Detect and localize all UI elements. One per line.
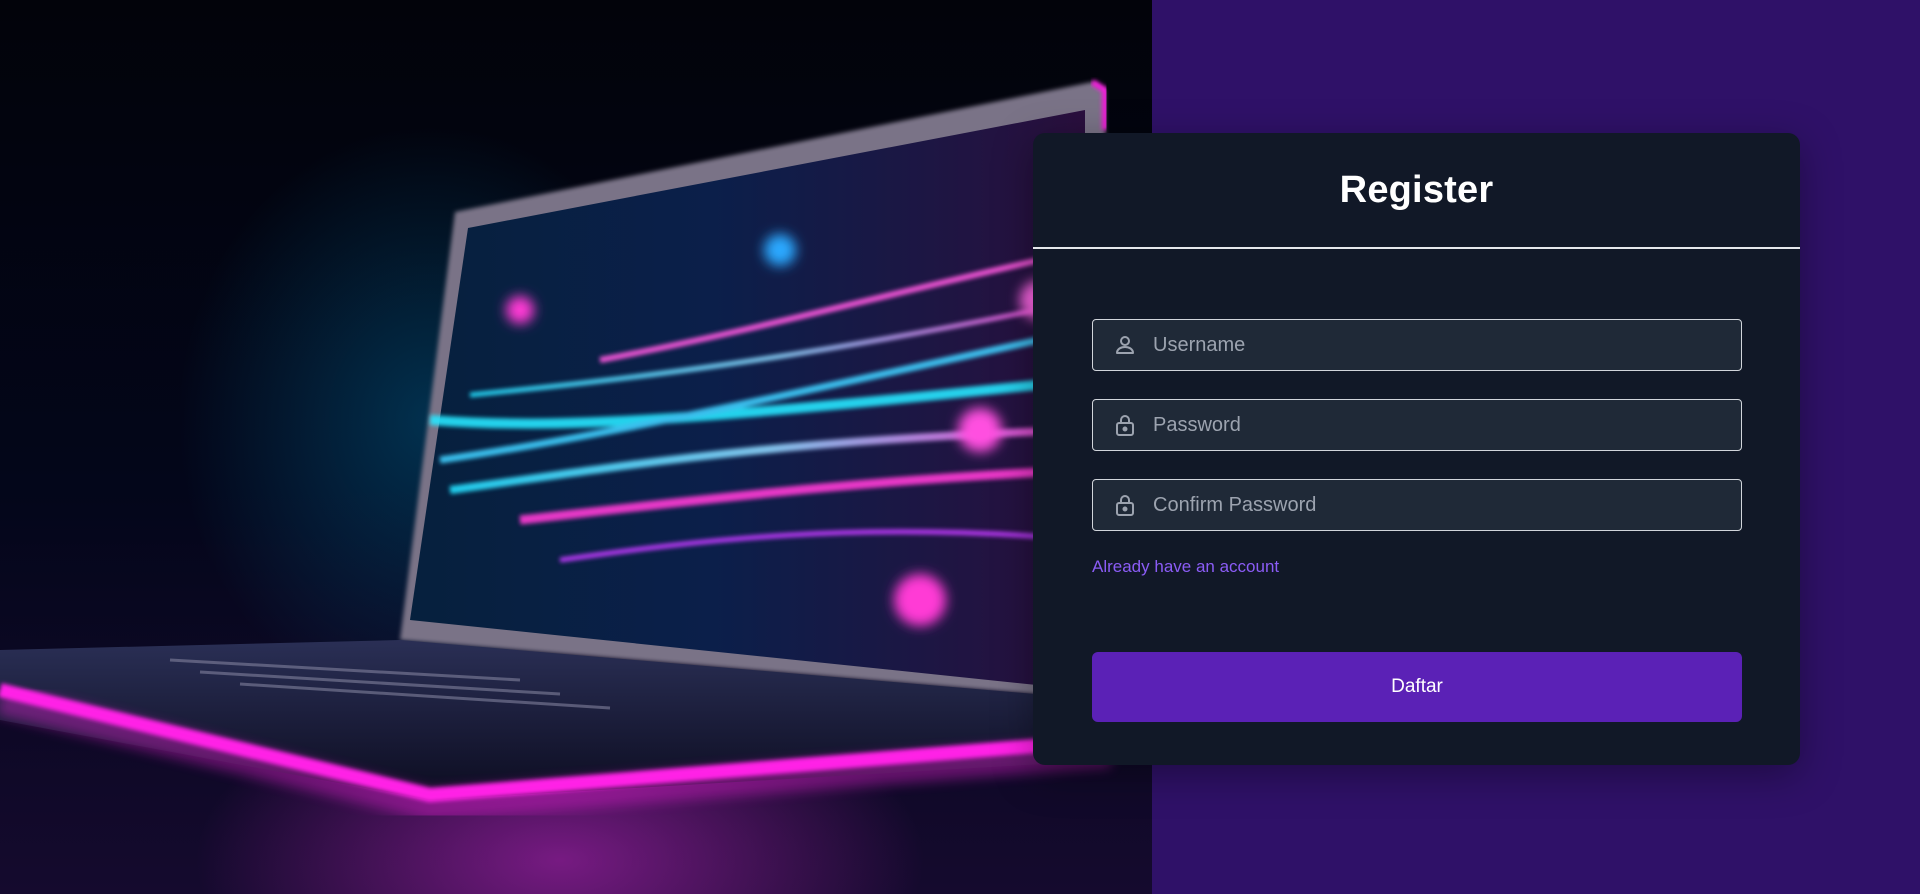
register-page: Register Username Already have an accoun…: [0, 0, 1920, 894]
password-field[interactable]: [1092, 399, 1742, 451]
hero-laptop-image: [0, 0, 1152, 894]
register-title: Register: [1339, 168, 1494, 211]
username-field[interactable]: [1092, 319, 1742, 371]
password-input[interactable]: [1093, 400, 1741, 450]
confirm-password-input[interactable]: [1093, 480, 1741, 530]
confirm-password-field[interactable]: [1092, 479, 1742, 531]
register-button[interactable]: Daftar: [1092, 652, 1742, 722]
card-header: Register: [1033, 133, 1800, 249]
username-input[interactable]: [1093, 320, 1741, 370]
login-link[interactable]: Already have an account: [1092, 557, 1279, 577]
register-card: Register Username Already have an accoun…: [1033, 133, 1800, 765]
register-form: Already have an account Daftar: [1033, 249, 1800, 722]
laptop-illustration: [0, 79, 1112, 821]
